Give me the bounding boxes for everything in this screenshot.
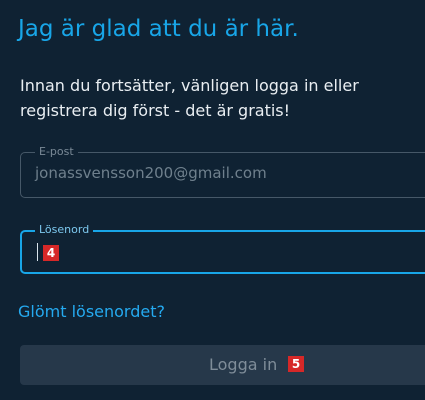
password-field-label: Lösenord: [35, 222, 94, 238]
email-field-value[interactable]: jonassvensson200@gmail.com: [35, 164, 267, 182]
login-button-label: Logga in: [209, 355, 278, 374]
password-field-badge: 4: [43, 245, 59, 261]
login-button[interactable]: Logga in 5: [20, 345, 425, 385]
forgot-password-link[interactable]: Glömt lösenordet?: [18, 302, 165, 321]
email-field[interactable]: E-post jonassvensson200@gmail.com: [20, 144, 425, 198]
page-title: Jag är glad att du är här.: [18, 16, 299, 42]
password-field[interactable]: Lösenord 4: [20, 222, 425, 274]
email-field-label: E-post: [35, 144, 78, 160]
intro-text: Innan du fortsätter, vänligen logga in e…: [20, 76, 359, 120]
text-caret: [37, 243, 38, 261]
login-button-badge: 5: [288, 356, 304, 372]
